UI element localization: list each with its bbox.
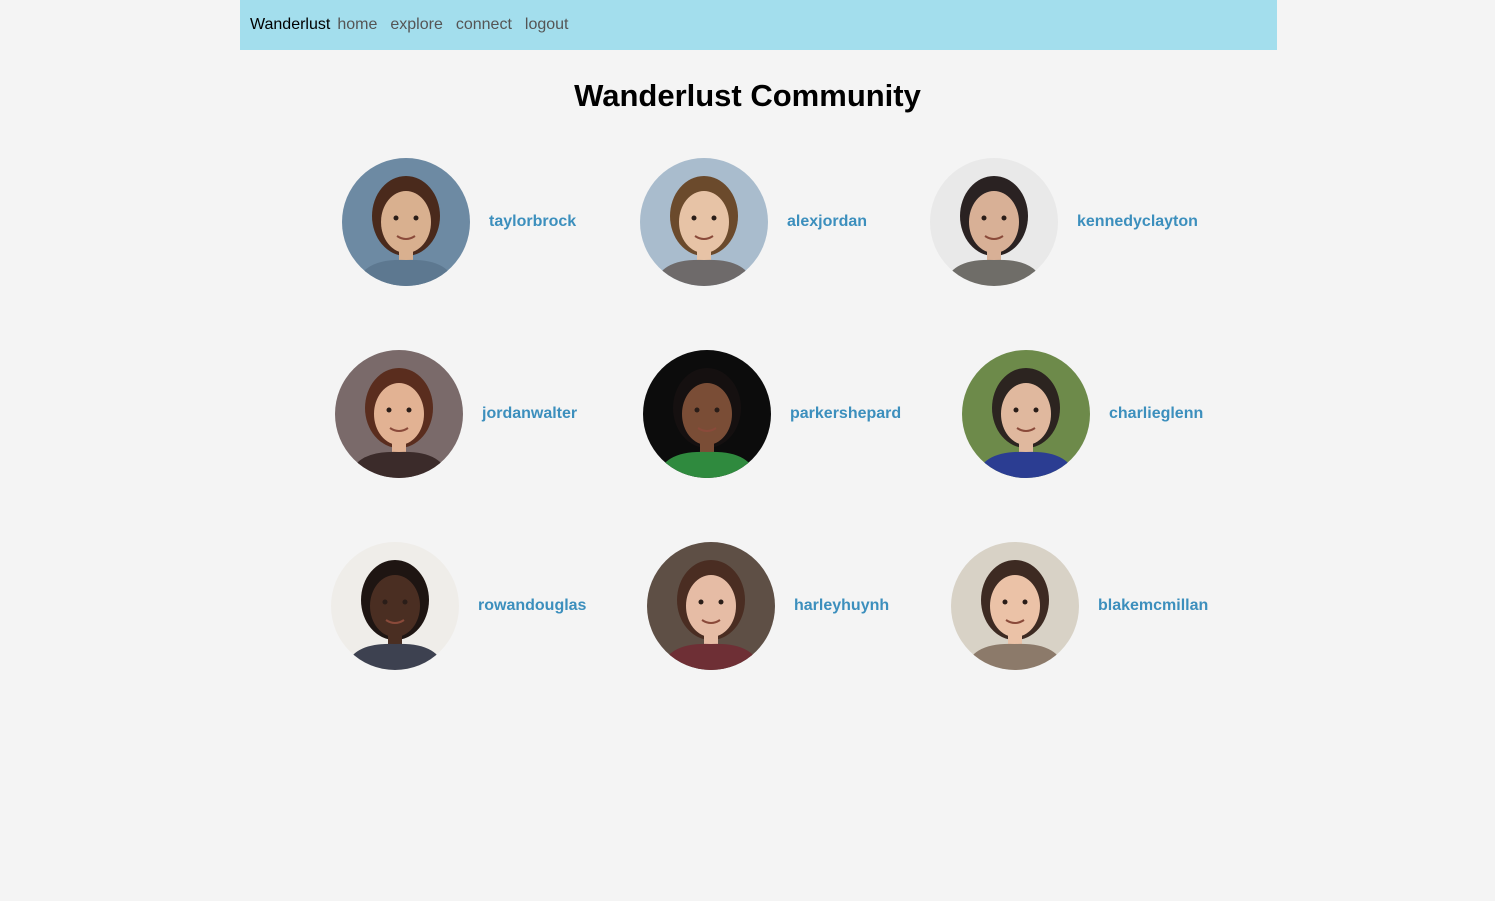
member-card: blakemcmillan <box>951 542 1208 670</box>
member-card: charlieglenn <box>962 350 1203 478</box>
member-card: jordanwalter <box>335 350 577 478</box>
avatar[interactable] <box>331 542 459 670</box>
avatar[interactable] <box>962 350 1090 478</box>
avatar[interactable] <box>335 350 463 478</box>
avatar[interactable] <box>640 158 768 286</box>
member-username-link[interactable]: charlieglenn <box>1109 405 1203 423</box>
member-card: harleyhuynh <box>647 542 889 670</box>
member-card: rowandouglas <box>331 542 586 670</box>
member-card: kennedyclayton <box>930 158 1198 286</box>
navbar: Wanderlust home explore connect logout <box>240 0 1277 50</box>
member-username-link[interactable]: parkershepard <box>790 405 901 423</box>
avatar[interactable] <box>342 158 470 286</box>
member-username-link[interactable]: alexjordan <box>787 213 867 231</box>
member-username-link[interactable]: rowandouglas <box>478 597 586 615</box>
member-card: alexjordan <box>640 158 867 286</box>
avatar[interactable] <box>643 350 771 478</box>
nav-connect-link[interactable]: connect <box>456 16 512 34</box>
avatar[interactable] <box>930 158 1058 286</box>
avatar[interactable] <box>951 542 1079 670</box>
page-title: Wanderlust Community <box>574 78 921 113</box>
member-username-link[interactable]: harleyhuynh <box>794 597 889 615</box>
member-username-link[interactable]: kennedyclayton <box>1077 213 1198 231</box>
brand-link[interactable]: Wanderlust <box>250 16 330 34</box>
member-username-link[interactable]: jordanwalter <box>482 405 577 423</box>
avatar[interactable] <box>647 542 775 670</box>
nav-home-link[interactable]: home <box>337 16 377 34</box>
nav-logout-link[interactable]: logout <box>525 16 569 34</box>
member-card: taylorbrock <box>342 158 576 286</box>
member-card: parkershepard <box>643 350 901 478</box>
member-username-link[interactable]: blakemcmillan <box>1098 597 1208 615</box>
member-username-link[interactable]: taylorbrock <box>489 213 576 231</box>
nav-explore-link[interactable]: explore <box>390 16 442 34</box>
